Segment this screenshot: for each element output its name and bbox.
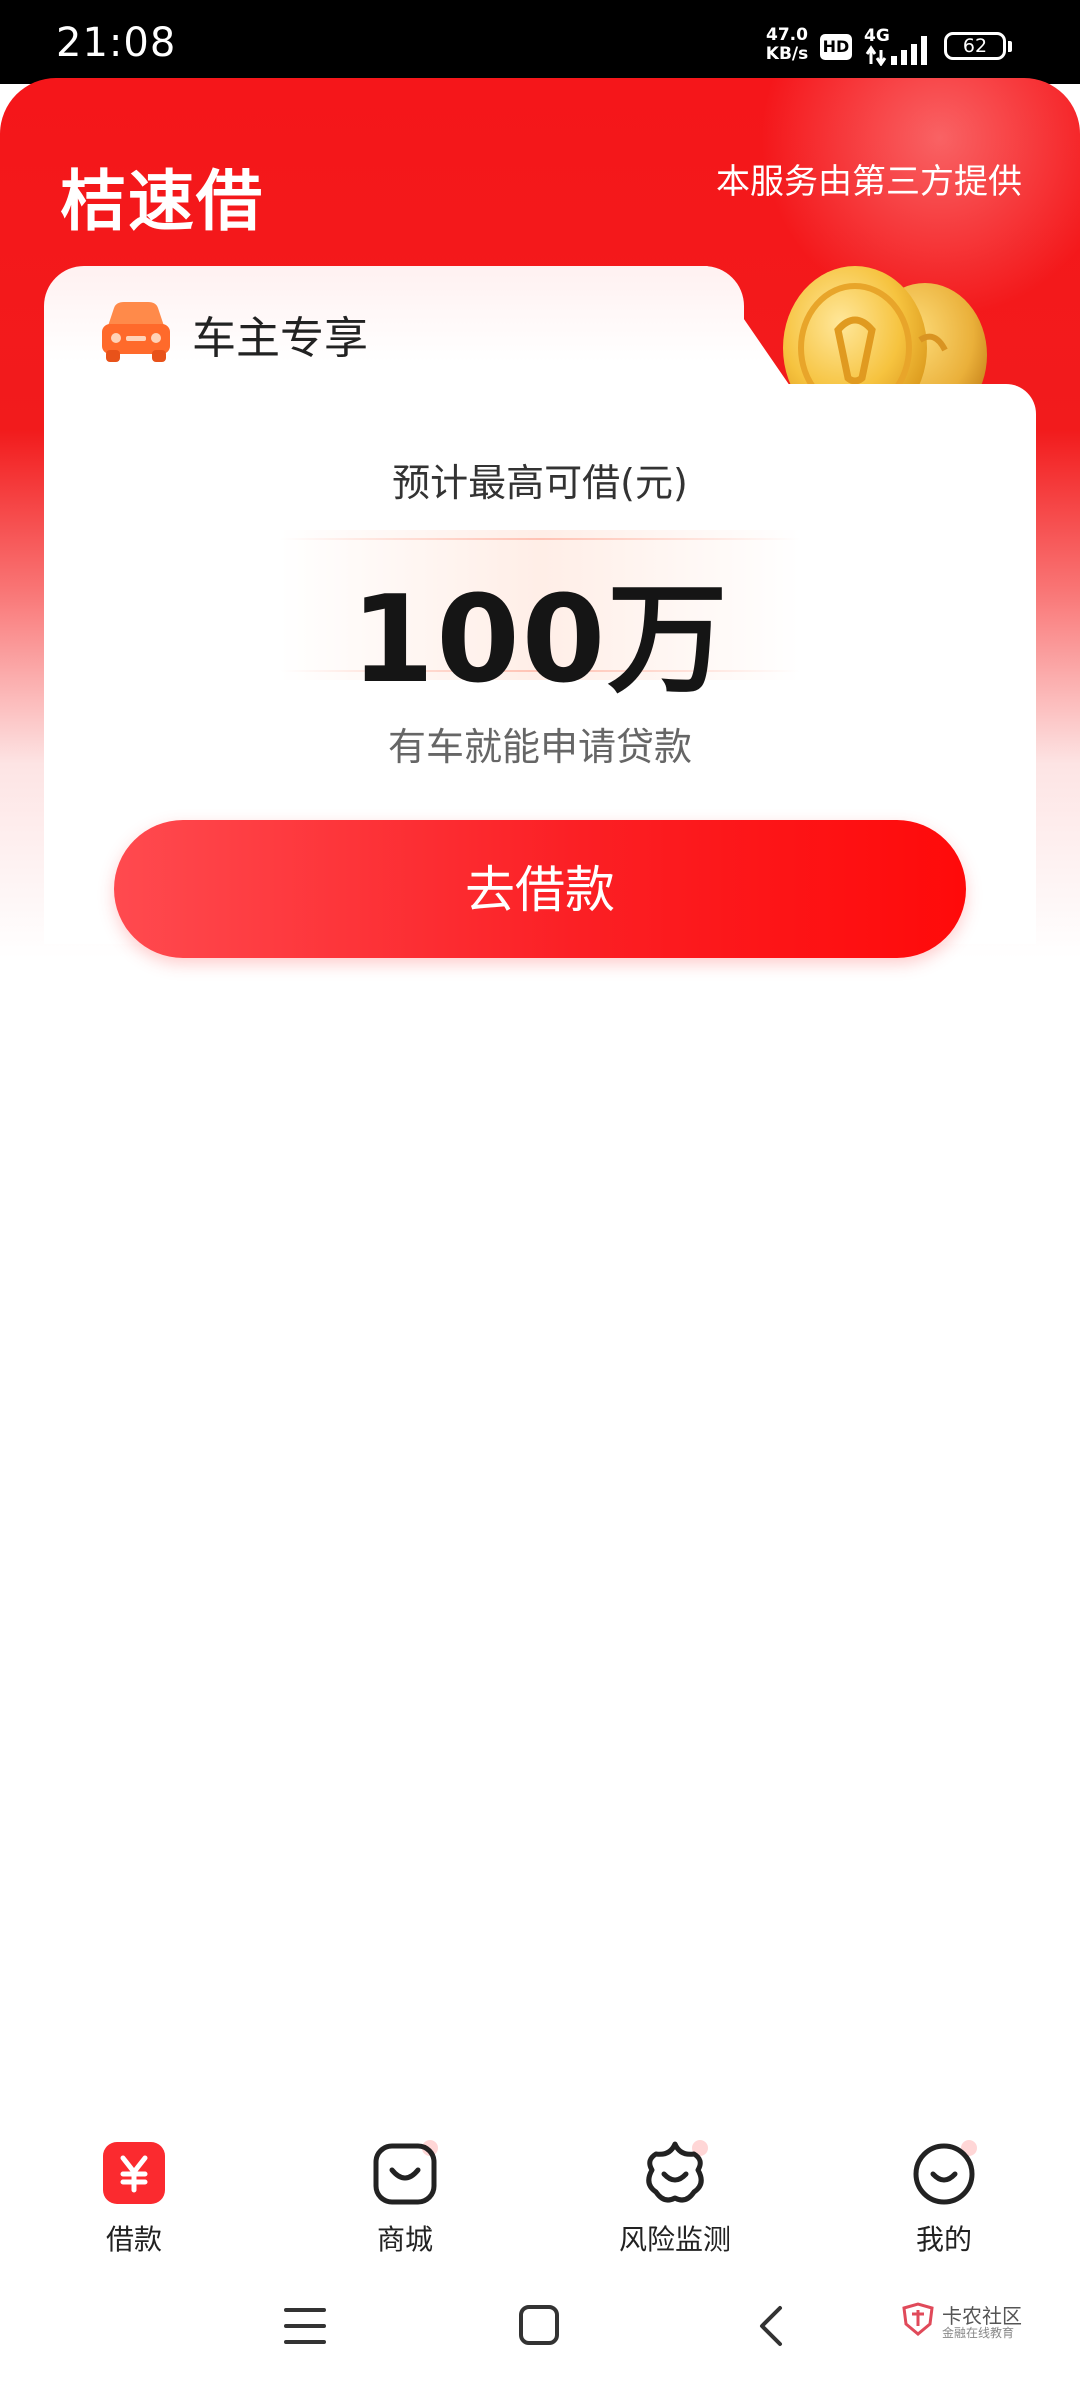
battery-icon: 62	[944, 32, 1012, 60]
estimate-label: 预计最高可借(元)	[392, 461, 688, 505]
nav-label-mine: 我的	[915, 2223, 972, 2256]
card-subtitle: 有车就能申请贷款	[387, 725, 692, 769]
bottom-nav: 借款 商城 风险监测 我的	[0, 2120, 1080, 2270]
car-icon	[102, 302, 170, 362]
provider-note[interactable]: 本服务由第三方提供	[716, 154, 1022, 203]
nav-label-borrow: 借款	[105, 2223, 162, 2256]
nav-item-risk-monitor[interactable]: 风险监测	[575, 2140, 775, 2258]
watermark-subtitle: 金融在线教育	[942, 2326, 1015, 2340]
smile-face-icon	[911, 2140, 977, 2206]
menu-icon[interactable]	[284, 2306, 326, 2346]
card-tab-title: 车主专享	[192, 313, 368, 364]
loan-amount: 100万	[350, 571, 730, 710]
network-speed-unit: KB/s	[765, 44, 809, 64]
network-speed-value: 47.0	[766, 25, 808, 45]
borrow-button[interactable]: 去借款	[114, 820, 966, 958]
nav-item-mall[interactable]: 商城	[305, 2140, 505, 2258]
yuan-icon	[101, 2140, 167, 2206]
shopping-bag-icon	[372, 2140, 438, 2206]
status-time: 21:08	[56, 20, 177, 66]
star-face-icon	[642, 2140, 708, 2206]
status-bar: 21:08 47.0 KB/s HD 4G 62	[0, 0, 1080, 84]
watermark-logo-icon	[902, 2302, 934, 2336]
nav-label-mall: 商城	[376, 2223, 433, 2256]
network-speed: 47.0 KB/s	[762, 26, 812, 64]
home-icon[interactable]	[518, 2304, 560, 2346]
nav-label-risk-monitor: 风险监测	[618, 2223, 731, 2256]
nav-item-mine[interactable]: 我的	[844, 2140, 1044, 2258]
app-logo: 桔速借	[60, 163, 264, 240]
nav-item-borrow[interactable]: 借款	[34, 2140, 234, 2258]
back-icon[interactable]	[756, 2304, 786, 2348]
signal-icon	[865, 36, 927, 66]
hd-badge: HD	[820, 34, 852, 60]
